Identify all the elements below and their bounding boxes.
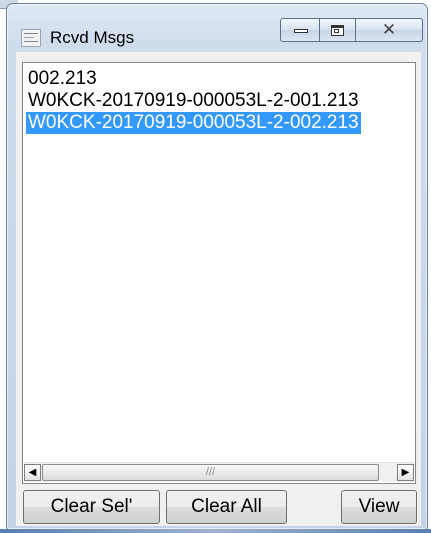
window-title: Rcvd Msgs: [50, 28, 135, 47]
document-icon: [21, 29, 41, 47]
rcvd-msgs-window: Rcvd Msgs ✕ 002.213 W0KCK-20170919-00005…: [6, 3, 428, 530]
minimize-button[interactable]: [280, 18, 320, 42]
list-item[interactable]: 002.213: [26, 68, 99, 90]
scroll-right-button[interactable]: ▶: [397, 464, 414, 481]
list-item[interactable]: W0KCK-20170919-000053L-2-001.213: [26, 90, 361, 112]
caption-buttons: ✕: [280, 18, 423, 42]
close-button[interactable]: ✕: [356, 18, 423, 42]
scrollbar-thumb[interactable]: ///: [42, 464, 379, 481]
scroll-left-button[interactable]: ◀: [24, 464, 41, 481]
maximize-button[interactable]: [320, 18, 356, 42]
list-item-selected[interactable]: W0KCK-20170919-000053L-2-002.213: [26, 112, 361, 134]
received-messages-list[interactable]: 002.213 W0KCK-20170919-000053L-2-001.213…: [22, 62, 416, 484]
title-bar[interactable]: Rcvd Msgs ✕: [7, 4, 427, 52]
client-area: 002.213 W0KCK-20170919-000053L-2-001.213…: [16, 52, 421, 526]
clear-all-button[interactable]: Clear All: [166, 490, 287, 524]
minimize-icon: [294, 29, 308, 33]
background-window-edge: [0, 529, 431, 533]
clear-selected-button[interactable]: Clear Sel': [23, 490, 160, 524]
close-icon: ✕: [381, 20, 397, 40]
view-button[interactable]: View: [341, 490, 417, 524]
horizontal-scrollbar[interactable]: ◀ /// ▶: [24, 462, 414, 482]
maximize-icon: [331, 25, 344, 36]
grip-icon: ///: [205, 466, 216, 478]
